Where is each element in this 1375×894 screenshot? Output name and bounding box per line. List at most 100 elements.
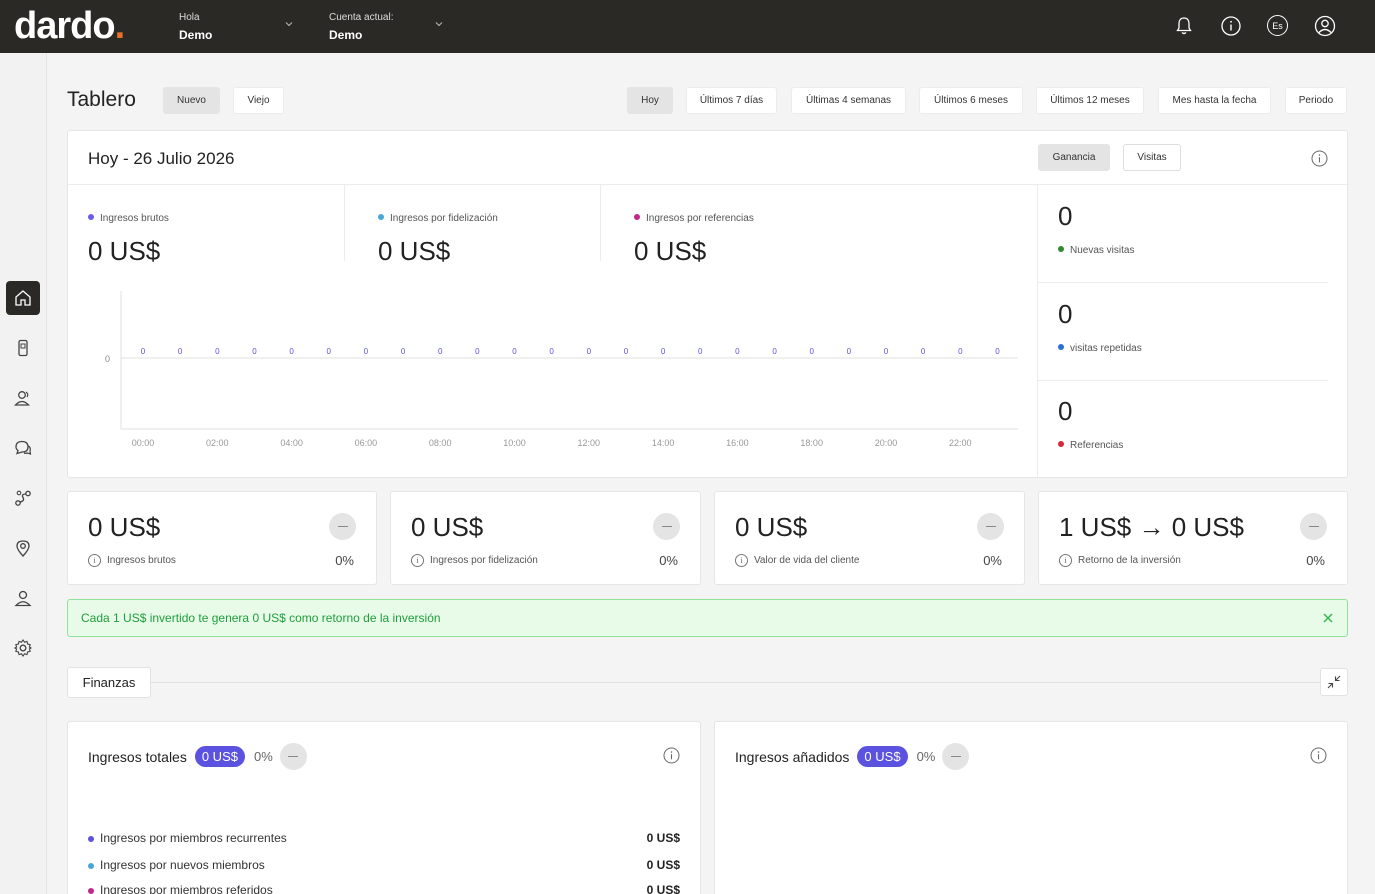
range-hoy-button[interactable]: Hoy [627, 87, 673, 114]
legend-dot [378, 213, 384, 220]
toggle-visitas-button[interactable]: Visitas [1123, 144, 1181, 171]
data-label: 0 [549, 347, 554, 356]
legend-dot [1058, 343, 1064, 350]
route-icon [15, 490, 31, 506]
greeting-label: Hola [179, 12, 200, 23]
legend-dot [88, 862, 94, 869]
trend-neutral-icon [329, 513, 356, 540]
info-icon[interactable]: i [411, 554, 424, 567]
section-finanzas-label[interactable]: Finanzas [67, 667, 151, 698]
data-label: 0 [884, 347, 889, 356]
data-label: 0 [587, 347, 592, 356]
divider [1038, 282, 1328, 283]
chevron-down-icon[interactable] [435, 20, 443, 28]
close-icon[interactable] [1321, 611, 1335, 625]
stat-card-roi: 1 US$ → 0 US$ i Retorno de la inversión 0… [1038, 491, 1348, 585]
info-icon[interactable]: i [735, 554, 748, 567]
chat-icon [15, 440, 32, 455]
sidebar-item-home[interactable] [6, 281, 40, 315]
sidebar [0, 53, 47, 894]
range-4w-button[interactable]: Últimas 4 semanas [791, 87, 906, 114]
stat-card-loyalty: 0 US$ i Ingresos por fidelización 0% [390, 491, 701, 585]
data-label: 0 [178, 347, 183, 356]
settings-icon [13, 639, 33, 657]
legend-dot [634, 213, 640, 220]
data-label: 0 [327, 347, 332, 356]
data-label: 0 [698, 347, 703, 356]
logo[interactable]: dardo. [14, 6, 125, 46]
sidebar-item-profile[interactable] [6, 581, 40, 615]
sidebar-item-users[interactable] [6, 381, 40, 415]
legend-dot [1058, 245, 1064, 252]
trend-neutral-icon [279, 743, 307, 770]
sidebar-item-settings[interactable] [6, 631, 40, 665]
metric-loyalty: Ingresos por fidelización 0 US$ [378, 213, 498, 266]
bell-icon[interactable] [1173, 15, 1195, 37]
x-tick-label: 02:00 [206, 438, 229, 448]
range-mtd-button[interactable]: Mes hasta la fecha [1158, 87, 1271, 114]
data-label: 0 [401, 347, 406, 356]
trend-neutral-icon [942, 743, 970, 770]
toggle-ganancia-button[interactable]: Ganancia [1038, 144, 1110, 171]
data-label: 0 [438, 347, 443, 356]
legend-dot [1058, 440, 1064, 447]
version-viejo-button[interactable]: Viejo [233, 87, 284, 114]
info-icon[interactable]: i [1059, 554, 1072, 567]
main-content: Tablero Nuevo Viejo Hoy Últimos 7 días Ú… [47, 53, 1375, 894]
x-tick-label: 22:00 [949, 438, 972, 448]
info-icon[interactable]: i [88, 554, 101, 567]
legend-dot [88, 213, 94, 220]
info-icon[interactable] [663, 747, 680, 764]
y-tick-label: 0 [105, 354, 110, 364]
banner-text: Cada 1 US$ invertido te genera 0 US$ com… [81, 611, 441, 625]
data-label: 0 [921, 347, 926, 356]
info-icon[interactable] [1311, 150, 1328, 167]
data-label: 0 [809, 347, 814, 356]
overview-title: Hoy - 26 Julio 2026 [88, 149, 235, 168]
data-label: 0 [995, 347, 1000, 356]
sidebar-item-location[interactable] [6, 531, 40, 565]
account-menu[interactable]: Cuenta actual: Demo [329, 11, 394, 42]
divider [68, 184, 1349, 185]
page-title: Tablero [67, 88, 136, 111]
info-icon[interactable] [1310, 747, 1327, 764]
collapse-button[interactable] [1320, 668, 1348, 696]
total-income-card: Ingresos totales 0 US$ 0% Ingresos por m… [67, 721, 701, 894]
x-tick-label: 16:00 [726, 438, 749, 448]
sidebar-item-route[interactable] [6, 481, 40, 515]
language-icon[interactable]: Es [1267, 15, 1288, 36]
data-label: 0 [252, 347, 257, 356]
x-tick-label: 08:00 [429, 438, 452, 448]
total-pct: 0% [253, 749, 273, 764]
added-badge: 0 US$ [857, 746, 908, 767]
sidebar-item-device[interactable] [6, 331, 40, 365]
range-period-button[interactable]: Periodo [1285, 87, 1347, 114]
trend-neutral-icon [977, 513, 1004, 540]
sidebar-item-chat[interactable] [6, 431, 40, 465]
user-icon[interactable] [1314, 15, 1336, 37]
data-label: 0 [661, 347, 666, 356]
user-menu[interactable]: Hola Demo [179, 11, 212, 42]
data-label: 0 [141, 347, 146, 356]
home-icon [15, 290, 31, 306]
divider [147, 682, 1322, 683]
divider [344, 184, 345, 261]
overview-card: Hoy - 26 Julio 2026 Ganancia Visitas Ing… [67, 130, 1349, 478]
range-6m-button[interactable]: Últimos 6 meses [919, 87, 1023, 114]
device-icon [18, 339, 28, 357]
trend-neutral-icon [653, 513, 680, 540]
info-icon[interactable] [1220, 15, 1242, 37]
profile-icon [14, 590, 32, 607]
users-icon [14, 391, 30, 406]
data-label: 0 [475, 347, 480, 356]
range-12m-button[interactable]: Últimos 12 meses [1036, 87, 1144, 114]
data-label: 0 [847, 347, 852, 356]
collapse-icon [1327, 675, 1341, 689]
version-nuevo-button[interactable]: Nuevo [163, 87, 220, 114]
added-income-card: Ingresos añadidos 0 US$ 0% [714, 721, 1348, 894]
x-tick-label: 20:00 [875, 438, 898, 448]
chevron-down-icon[interactable] [285, 20, 293, 28]
divider [1037, 184, 1038, 478]
range-7d-button[interactable]: Últimos 7 días [686, 87, 777, 114]
legend-dot [88, 835, 94, 842]
